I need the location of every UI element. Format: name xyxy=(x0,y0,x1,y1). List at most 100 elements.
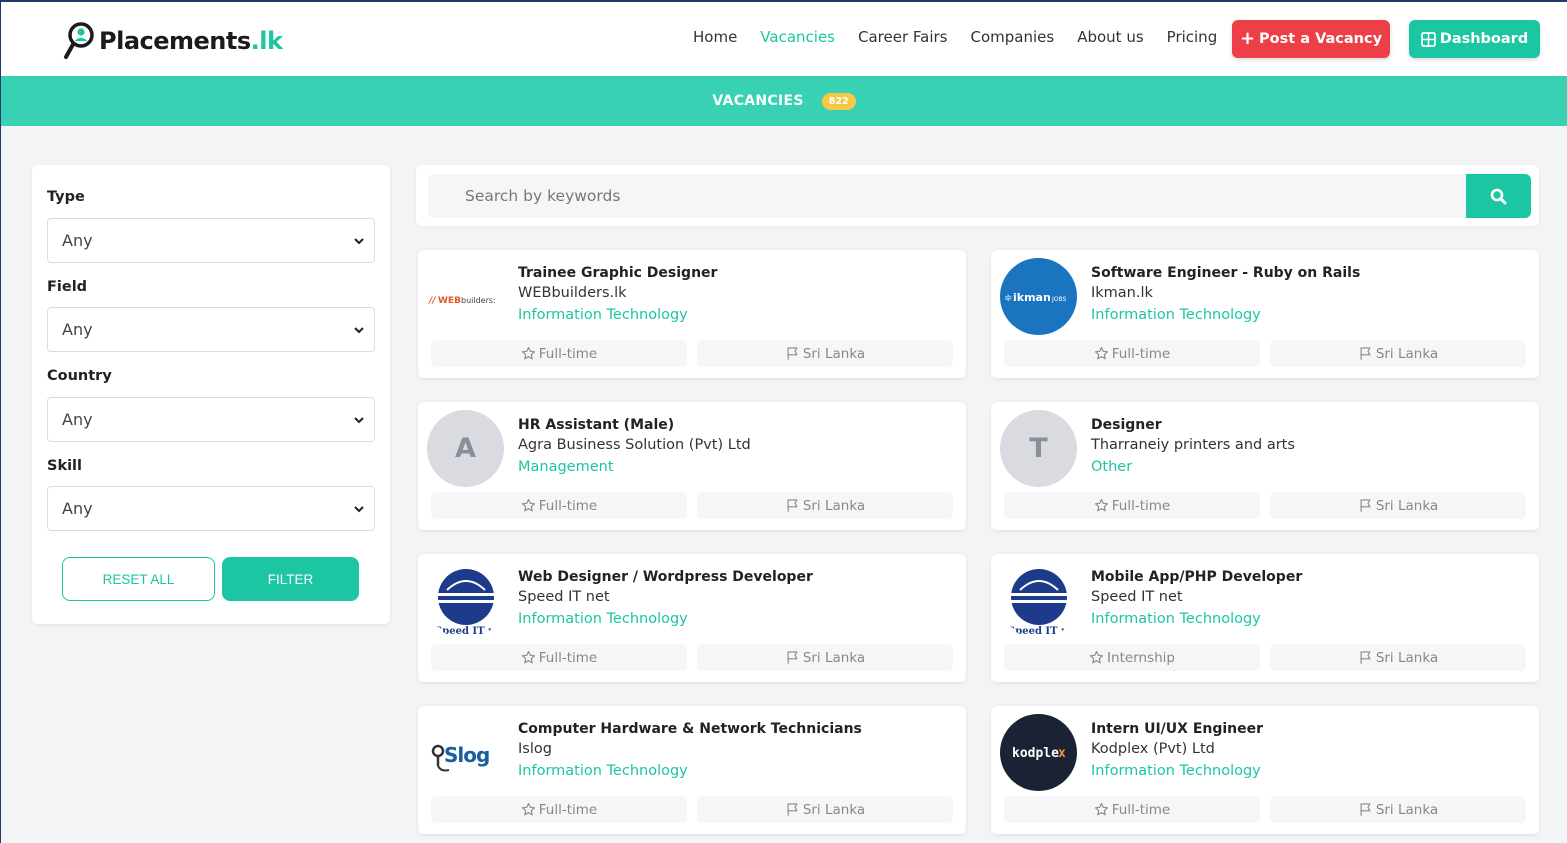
job-type: Full-time xyxy=(1111,801,1171,818)
search-input[interactable] xyxy=(428,174,1466,218)
job-field: Information Technology xyxy=(518,763,688,779)
star-icon xyxy=(521,499,535,512)
search-icon xyxy=(1490,188,1507,204)
job-type-chip: Full-time xyxy=(431,644,687,671)
job-card[interactable]: ≑ ikman JOBS Software Engineer - Ruby on… xyxy=(991,250,1539,378)
nav-pricing[interactable]: Pricing xyxy=(1167,28,1218,46)
speedit-logo: Speed IT net xyxy=(1008,569,1077,637)
job-card[interactable]: Speed IT net Mobile App/PHP Developer Sp… xyxy=(991,554,1539,682)
country-select[interactable]: Any xyxy=(47,397,375,442)
job-title[interactable]: Trainee Graphic Designer xyxy=(518,265,717,281)
job-location: Sri Lanka xyxy=(802,345,866,362)
job-title[interactable]: Computer Hardware & Network Technicians xyxy=(518,721,862,737)
job-location: Sri Lanka xyxy=(1375,649,1439,666)
svg-text:Slog: Slog xyxy=(444,743,489,767)
job-field: Information Technology xyxy=(1091,611,1261,627)
job-location-chip: Sri Lanka xyxy=(697,796,953,823)
company-logo: ≑ ikman JOBS xyxy=(1000,258,1077,335)
job-type: Internship xyxy=(1107,649,1175,666)
brand-name: Placements.lk xyxy=(99,27,283,55)
chevron-down-icon xyxy=(354,327,364,334)
flag-icon xyxy=(787,651,798,664)
job-field: Management xyxy=(518,459,614,475)
job-card[interactable]: Speed IT net Web Designer / Wordpress De… xyxy=(418,554,966,682)
flag-icon xyxy=(1360,347,1371,360)
company-logo: Speed IT net xyxy=(427,562,504,639)
company-initial-avatar: A xyxy=(427,410,504,487)
speedit-logo: Speed IT net xyxy=(435,569,504,637)
job-type: Full-time xyxy=(1111,497,1171,514)
svg-text:builders:: builders: xyxy=(461,296,496,305)
job-type-chip: Internship xyxy=(1004,644,1260,671)
post-vacancy-button[interactable]: + Post a Vacancy xyxy=(1232,20,1390,58)
company-name: Speed IT net xyxy=(1091,589,1183,605)
nav-companies[interactable]: Companies xyxy=(971,28,1055,46)
svg-text://: // xyxy=(428,296,436,306)
site-logo[interactable]: Placements.lk xyxy=(63,21,283,61)
company-logo: Slog xyxy=(427,714,504,791)
svg-text:≑: ≑ xyxy=(1004,293,1012,304)
dashboard-button[interactable]: Dashboard xyxy=(1409,20,1540,58)
job-type-chip: Full-time xyxy=(431,796,687,823)
post-vacancy-label: Post a Vacancy xyxy=(1259,31,1383,47)
job-location: Sri Lanka xyxy=(1375,801,1439,818)
svg-text:kodple: kodple xyxy=(1012,746,1059,761)
country-select-value: Any xyxy=(62,410,93,429)
flag-icon xyxy=(787,803,798,816)
chevron-down-icon xyxy=(354,417,364,424)
skill-select[interactable]: Any xyxy=(47,486,375,531)
job-type-chip: Full-time xyxy=(1004,492,1260,519)
job-card[interactable]: kodple x Intern UI/UX Engineer Kodplex (… xyxy=(991,706,1539,834)
job-location-chip: Sri Lanka xyxy=(1270,796,1526,823)
company-name: WEBbuilders.lk xyxy=(518,285,627,301)
skill-select-value: Any xyxy=(62,499,93,518)
flag-icon xyxy=(787,347,798,360)
job-card[interactable]: A HR Assistant (Male) Agra Business Solu… xyxy=(418,402,966,530)
job-type: Full-time xyxy=(538,345,598,362)
company-logo: kodple x xyxy=(1000,714,1077,791)
job-location: Sri Lanka xyxy=(1375,345,1439,362)
job-title[interactable]: HR Assistant (Male) xyxy=(518,417,674,433)
company-initial-avatar: T xyxy=(1000,410,1077,487)
nav-about-us[interactable]: About us xyxy=(1077,28,1143,46)
flag-icon xyxy=(1360,499,1371,512)
field-select[interactable]: Any xyxy=(47,307,375,352)
job-title[interactable]: Web Designer / Wordpress Developer xyxy=(518,569,813,585)
job-location-chip: Sri Lanka xyxy=(1270,492,1526,519)
job-type-chip: Full-time xyxy=(1004,796,1260,823)
page-title: VACANCIES xyxy=(712,93,804,109)
islog-logo: Slog xyxy=(431,743,490,772)
nav-career-fairs[interactable]: Career Fairs xyxy=(858,28,948,46)
ikman-logo: ≑ ikman JOBS xyxy=(1004,291,1067,304)
type-filter-label: Type xyxy=(47,189,85,205)
main-nav: Home Vacancies Career Fairs Companies Ab… xyxy=(693,28,1240,46)
chevron-down-icon xyxy=(354,506,364,513)
plus-icon: + xyxy=(1239,28,1256,49)
search-bar xyxy=(416,165,1539,226)
filter-button[interactable]: FILTER xyxy=(222,557,359,601)
svg-text:Speed IT net: Speed IT net xyxy=(435,626,504,637)
page-banner: VACANCIES 822 xyxy=(1,76,1567,126)
job-field: Information Technology xyxy=(518,307,688,323)
nav-home[interactable]: Home xyxy=(693,28,737,46)
type-select[interactable]: Any xyxy=(47,218,375,263)
job-card[interactable]: // WEB builders: Trainee Graphic Designe… xyxy=(418,250,966,378)
star-icon xyxy=(521,347,535,360)
job-title[interactable]: Software Engineer - Ruby on Rails xyxy=(1091,265,1360,281)
star-icon xyxy=(521,651,535,664)
job-title[interactable]: Intern UI/UX Engineer xyxy=(1091,721,1263,737)
search-button[interactable] xyxy=(1466,174,1531,218)
job-type-chip: Full-time xyxy=(1004,340,1260,367)
nav-vacancies[interactable]: Vacancies xyxy=(760,28,835,46)
job-card[interactable]: Slog Computer Hardware & Network Technic… xyxy=(418,706,966,834)
flag-icon xyxy=(787,499,798,512)
job-title[interactable]: Designer xyxy=(1091,417,1162,433)
reset-all-button[interactable]: RESET ALL xyxy=(62,557,215,601)
job-location-chip: Sri Lanka xyxy=(697,340,953,367)
job-location-chip: Sri Lanka xyxy=(1270,644,1526,671)
job-type: Full-time xyxy=(1111,345,1171,362)
job-field: Information Technology xyxy=(518,611,688,627)
job-card[interactable]: T Designer Tharraneiy printers and arts … xyxy=(991,402,1539,530)
job-title[interactable]: Mobile App/PHP Developer xyxy=(1091,569,1302,585)
vacancy-count-badge: 822 xyxy=(821,92,856,110)
